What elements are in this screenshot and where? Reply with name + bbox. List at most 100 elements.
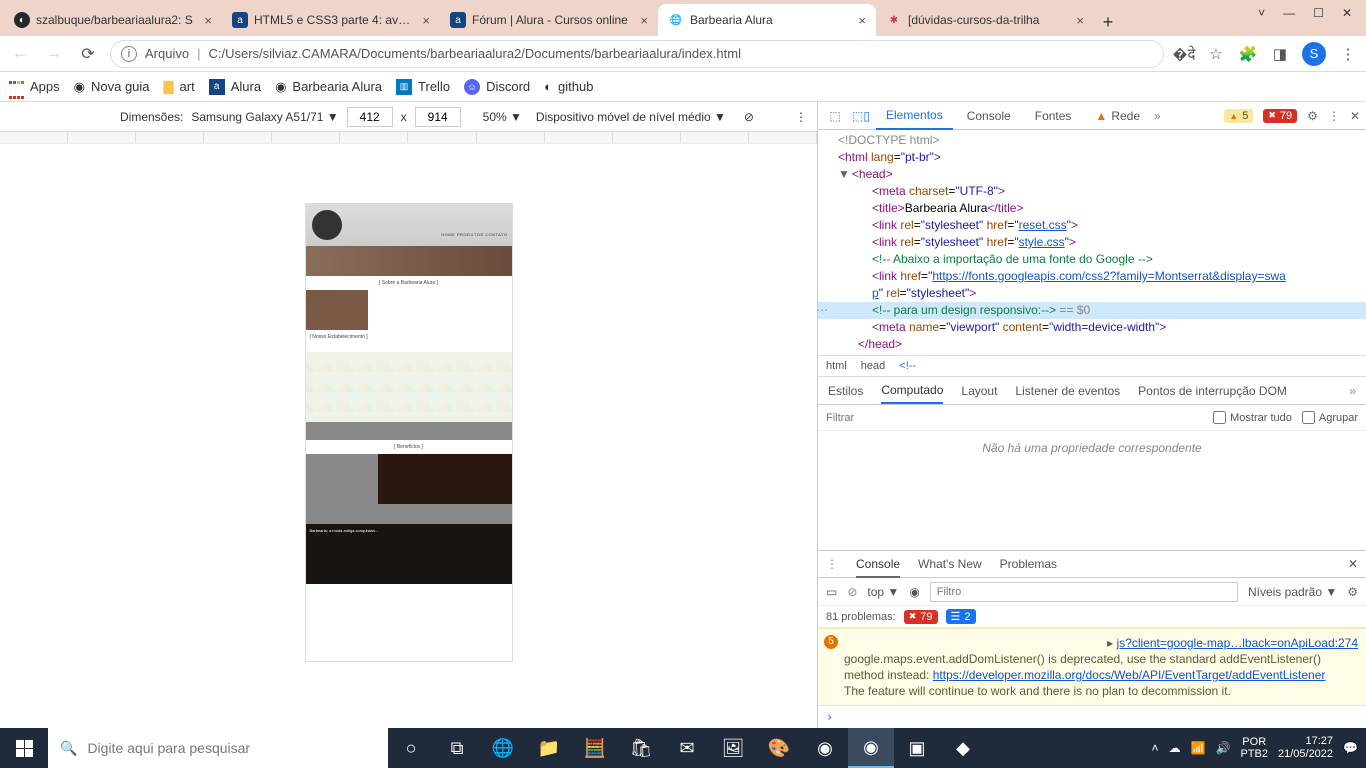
profile-avatar[interactable]: S	[1302, 42, 1326, 66]
language-indicator[interactable]: PORPTB2	[1240, 736, 1268, 760]
bookmark-item[interactable]: ▥Trello	[396, 79, 450, 95]
bookmark-item[interactable]: ◉Barbearia Alura	[275, 79, 382, 95]
show-all-checkbox[interactable]: Mostrar tudo	[1213, 411, 1292, 424]
paint-icon[interactable]: 🎨	[756, 728, 802, 768]
source-link[interactable]: js?client=google-map…lback=onApiLoad:274	[1117, 636, 1359, 650]
errors-badge[interactable]: 79	[1263, 109, 1297, 123]
extensions-icon[interactable]: 🧩	[1238, 44, 1258, 64]
chrome-icon-active[interactable]: ◉	[848, 728, 894, 768]
device-viewport[interactable]: HOME PRODUTOS CONTATO [ Sobre a Barbeari…	[0, 144, 817, 728]
browser-tab[interactable]: ◐ szalbuque/barbeariaalura2: S ×	[4, 4, 222, 36]
group-checkbox[interactable]: Agrupar	[1302, 411, 1358, 424]
width-input[interactable]	[347, 107, 393, 127]
sidebar-toggle-icon[interactable]: ▭	[826, 585, 837, 599]
translate-icon[interactable]: �दे	[1174, 44, 1194, 64]
close-window-icon[interactable]: ✕	[1342, 6, 1352, 20]
close-icon[interactable]: ×	[422, 13, 430, 28]
inspect-icon[interactable]: ⬚	[824, 105, 846, 127]
volume-icon[interactable]: 🔊	[1216, 741, 1231, 755]
gear-icon[interactable]: ⚙	[1347, 585, 1358, 599]
store-icon[interactable]: 🛍	[618, 728, 664, 768]
warnings-badge[interactable]: 5	[1224, 109, 1253, 123]
tab-console[interactable]: Console	[957, 102, 1021, 130]
more-icon[interactable]: »	[1349, 384, 1356, 398]
selected-dom-node[interactable]: <!-- para um design responsivo:--> == $0	[818, 302, 1366, 319]
clear-console-icon[interactable]: ⊘	[847, 585, 857, 599]
docs-link[interactable]: https://developer.mozilla.org/docs/Web/A…	[933, 668, 1326, 682]
breadcrumb[interactable]: html head <!--	[818, 355, 1366, 377]
context-select[interactable]: top ▼	[867, 585, 899, 599]
throttle-select[interactable]: Dispositivo móvel de nível médio ▼	[536, 110, 726, 124]
bookmark-item[interactable]: ◐github	[544, 79, 593, 94]
problems-row[interactable]: 81 problemas: 79 ☰ 2	[818, 606, 1366, 628]
close-icon[interactable]: ✕	[1350, 109, 1360, 123]
tray-chevron-icon[interactable]: ˄	[1152, 741, 1159, 755]
tab-elements[interactable]: Elementos	[876, 102, 953, 130]
kebab-icon[interactable]: ⋮	[826, 557, 838, 571]
browser-tab[interactable]: a Fórum | Alura - Cursos online ×	[440, 4, 658, 36]
kebab-icon[interactable]: ⋮	[1328, 109, 1340, 123]
star-icon[interactable]: ☆	[1206, 44, 1226, 64]
styles-filter-input[interactable]	[826, 412, 1203, 424]
info-icon[interactable]: i	[121, 46, 137, 62]
minimize-icon[interactable]: —	[1283, 6, 1295, 20]
onedrive-icon[interactable]: ☁	[1169, 741, 1181, 755]
device-toggle-icon[interactable]: ⬚▯	[850, 105, 872, 127]
eye-icon[interactable]: ◉	[909, 585, 919, 599]
tab-listeners[interactable]: Listener de eventos	[1015, 384, 1120, 398]
wifi-icon[interactable]: 📶	[1191, 741, 1206, 755]
tab-console[interactable]: Console	[856, 557, 900, 578]
kebab-icon[interactable]: ⋮	[795, 110, 807, 124]
tab-layout[interactable]: Layout	[961, 384, 997, 398]
cortana-icon[interactable]: ○	[388, 728, 434, 768]
bookmark-item[interactable]: ◉Nova guia	[74, 79, 150, 95]
browser-tab[interactable]: a HTML5 e CSS3 parte 4: avanç ×	[222, 4, 440, 36]
edge-icon[interactable]: 🌐	[480, 728, 526, 768]
mail-icon[interactable]: ✉	[664, 728, 710, 768]
sublime-icon[interactable]: ▣	[894, 728, 940, 768]
bookmark-item[interactable]: ☺Discord	[464, 79, 530, 95]
tab-computed[interactable]: Computado	[881, 383, 943, 404]
chevron-down-icon[interactable]: ˅	[1258, 6, 1265, 20]
menu-icon[interactable]: ⋮	[1338, 44, 1358, 64]
notifications-icon[interactable]: 💬	[1343, 741, 1358, 755]
apps-button[interactable]: Apps	[8, 72, 60, 102]
tab-issues[interactable]: Problemas	[1000, 557, 1057, 571]
forward-button[interactable]: →	[42, 42, 66, 66]
maximize-icon[interactable]: ☐	[1313, 6, 1324, 20]
clock[interactable]: 17:2721/05/2022	[1278, 735, 1333, 761]
close-icon[interactable]: ×	[858, 13, 866, 28]
photos-icon[interactable]: 🖼	[710, 728, 756, 768]
gear-icon[interactable]: ⚙	[1307, 109, 1318, 123]
height-input[interactable]	[415, 107, 461, 127]
rotate-icon[interactable]: ⊘	[744, 110, 754, 124]
side-panel-icon[interactable]: ◨	[1270, 44, 1290, 64]
git-icon[interactable]: ◆	[940, 728, 986, 768]
close-icon[interactable]: ×	[640, 13, 648, 28]
console-warning[interactable]: 5 ▸ js?client=google-map…lback=onApiLoad…	[818, 628, 1366, 706]
console-prompt[interactable]: ›	[818, 706, 1366, 728]
close-icon[interactable]: ×	[204, 13, 212, 28]
zoom-select[interactable]: 50% ▼	[483, 110, 522, 124]
chrome-icon[interactable]: ◉	[802, 728, 848, 768]
console-filter-input[interactable]	[930, 582, 1238, 602]
tab-dom-breakpoints[interactable]: Pontos de interrupção DOM	[1138, 384, 1287, 398]
task-view-icon[interactable]: ⧉	[434, 728, 480, 768]
reload-button[interactable]: ⟳	[76, 42, 100, 66]
calculator-icon[interactable]: 🧮	[572, 728, 618, 768]
close-icon[interactable]: ✕	[1348, 557, 1358, 571]
more-tabs-icon[interactable]: »	[1154, 109, 1161, 123]
start-button[interactable]	[0, 728, 48, 768]
dom-tree[interactable]: <!DOCTYPE html> <html lang="pt-br"> ▼<he…	[818, 130, 1366, 355]
tab-styles[interactable]: Estilos	[828, 384, 863, 398]
tab-whatsnew[interactable]: What's New	[918, 557, 982, 571]
new-tab-button[interactable]: +	[1094, 8, 1122, 36]
device-select[interactable]: Samsung Galaxy A51/71 ▼	[191, 110, 338, 124]
browser-tab[interactable]: ✱ [dúvidas-cursos-da-trilha ×	[876, 4, 1094, 36]
browser-tab-active[interactable]: 🌐 Barbearia Alura ×	[658, 4, 876, 36]
close-icon[interactable]: ×	[1076, 13, 1084, 28]
levels-select[interactable]: Níveis padrão ▼	[1248, 585, 1337, 599]
back-button[interactable]: ←	[8, 42, 32, 66]
bookmark-item[interactable]: ▇art	[164, 79, 195, 95]
tab-sources[interactable]: Fontes	[1025, 102, 1082, 130]
